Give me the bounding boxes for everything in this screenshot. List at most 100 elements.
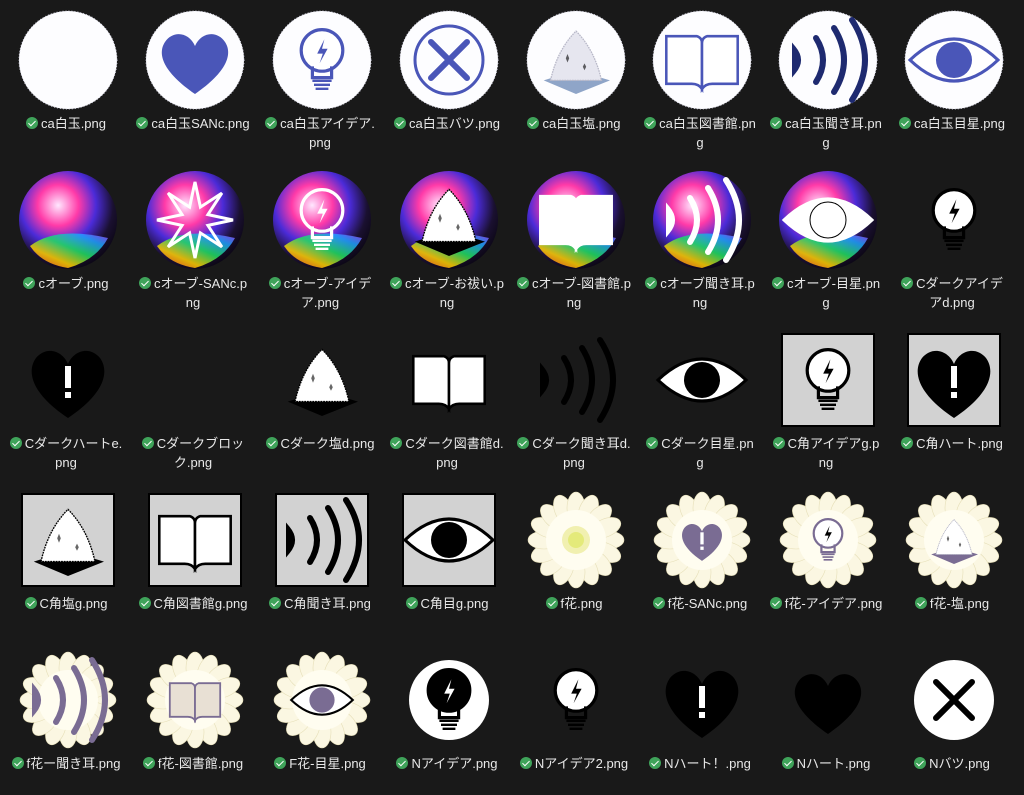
salt-pile-icon <box>902 488 1006 592</box>
file-item[interactable]: Cダークブロック.png <box>130 320 256 475</box>
file-item[interactable]: f花ー聞き耳.png <box>3 640 129 795</box>
eye-icon <box>397 488 501 592</box>
file-name-label: Cダーク図書館d.png <box>405 436 504 470</box>
file-name-label: Nアイデア.png <box>411 756 498 771</box>
file-name-label: cオーブ聞き耳.png <box>660 276 755 310</box>
sync-status-check-icon <box>269 597 282 609</box>
sync-status-check-icon <box>914 757 927 769</box>
file-item[interactable]: f花.png <box>511 480 637 635</box>
file-name-label: C角図書館g.png <box>153 596 248 611</box>
sync-status-check-icon <box>25 117 38 129</box>
file-item[interactable]: f花-アイデア.png <box>763 480 889 635</box>
open-book-icon <box>143 488 247 592</box>
file-item[interactable]: cオーブ聞き耳.png <box>637 160 763 315</box>
file-item[interactable]: C角図書館g.png <box>130 480 256 635</box>
sound-waves-icon <box>776 8 880 112</box>
file-item[interactable]: f花-図書館.png <box>130 640 256 795</box>
file-item[interactable]: f花-SANc.png <box>637 480 763 635</box>
eye-icon <box>902 8 1006 112</box>
file-name-label: C角目g.png <box>420 596 489 611</box>
sync-status-check-icon <box>646 437 659 449</box>
sync-status-check-icon <box>23 277 36 289</box>
file-name: C角塩g.png <box>3 594 129 613</box>
file-name: Cダーク目星.png <box>637 434 763 472</box>
sync-status-check-icon <box>652 597 665 609</box>
file-name: C角聞き耳.png <box>257 594 383 613</box>
file-name-label: f花-図書館.png <box>157 756 244 771</box>
file-item[interactable]: cオーブ-アイデア.png <box>257 160 383 315</box>
flower-icon <box>524 488 628 592</box>
file-item[interactable]: ca白玉アイデア.png <box>257 0 383 155</box>
file-item[interactable]: Cダークアイデアd.png <box>889 160 1015 315</box>
file-item[interactable]: Nハート.png <box>763 640 889 795</box>
white-orb-icon <box>16 8 120 112</box>
file-item[interactable]: C角目g.png <box>384 480 510 635</box>
sync-status-check-icon <box>771 277 784 289</box>
file-item[interactable]: f花-塩.png <box>889 480 1015 635</box>
file-name-label: F花-目星.png <box>289 756 366 771</box>
file-item[interactable]: ca白玉SANc.png <box>130 0 256 155</box>
file-item[interactable]: Cダーク図書館d.png <box>384 320 510 475</box>
file-name-label: Cダークブロック.png <box>156 436 245 470</box>
file-name: Nバツ.png <box>889 754 1015 773</box>
file-name-label: Cダーク塩d.png <box>280 436 375 451</box>
file-name-label: ca白玉図書館.png <box>659 116 756 150</box>
starburst-icon <box>143 168 247 272</box>
sync-status-check-icon <box>265 117 278 129</box>
sync-status-check-icon <box>898 117 911 129</box>
file-item[interactable]: ca白玉図書館.png <box>637 0 763 155</box>
eye-icon <box>776 168 880 272</box>
sync-status-check-icon <box>136 117 149 129</box>
file-item[interactable]: ca白玉目星.png <box>889 0 1015 155</box>
file-name-label: cオーブ-SANc.png <box>153 276 248 310</box>
sync-status-check-icon <box>265 437 278 449</box>
sound-waves-icon <box>524 328 628 432</box>
file-name: cオーブ聞き耳.png <box>637 274 763 312</box>
file-name-label: cオーブ.png <box>38 276 109 291</box>
file-item[interactable]: Cダーク塩d.png <box>257 320 383 475</box>
file-name: Nアイデア2.png <box>511 754 637 773</box>
file-item[interactable]: Nハート！.png <box>637 640 763 795</box>
file-name: Cダークハートe.png <box>3 434 129 472</box>
file-item[interactable]: Nバツ.png <box>889 640 1015 795</box>
sync-status-check-icon <box>914 597 927 609</box>
file-item[interactable]: cオーブ-お祓い.png <box>384 160 510 315</box>
file-item[interactable]: Cダーク聞き耳d.png <box>511 320 637 475</box>
file-item[interactable]: ca白玉.png <box>3 0 129 155</box>
sync-status-check-icon <box>545 597 558 609</box>
file-item[interactable]: cオーブ-目星.png <box>763 160 889 315</box>
sync-status-check-icon <box>396 757 409 769</box>
file-item[interactable]: ca白玉聞き耳.png <box>763 0 889 155</box>
file-item[interactable]: Cダーク目星.png <box>637 320 763 475</box>
file-item[interactable]: C角聞き耳.png <box>257 480 383 635</box>
file-name-label: Cダークアイデアd.png <box>916 276 1003 310</box>
sync-status-check-icon <box>645 277 658 289</box>
sync-status-check-icon <box>769 597 782 609</box>
file-item[interactable]: Nアイデア.png <box>384 640 510 795</box>
file-item[interactable]: ca白玉バツ.png <box>384 0 510 155</box>
file-item[interactable]: cオーブ-図書館.png <box>511 160 637 315</box>
heart-icon <box>776 648 880 752</box>
file-name-label: Nアイデア2.png <box>534 756 629 771</box>
file-name-label: cオーブ-お祓い.png <box>405 276 504 310</box>
file-name: f花.png <box>511 594 637 613</box>
file-item[interactable]: cオーブ-SANc.png <box>130 160 256 315</box>
file-name-label: Cダーク目星.png <box>661 436 754 470</box>
bulb-icon <box>270 8 374 112</box>
file-name-label: cオーブ-目星.png <box>786 276 881 310</box>
sync-status-check-icon <box>390 277 403 289</box>
file-name: ca白玉聞き耳.png <box>763 114 889 152</box>
file-grid: ca白玉.png ca白玉SANc.png ca白玉アイデア.png ca白玉バツ.… <box>0 0 1024 785</box>
file-item[interactable]: C角ハート.png <box>889 320 1015 475</box>
file-item[interactable]: C角アイデアg.png <box>763 320 889 475</box>
sync-status-check-icon <box>770 117 783 129</box>
file-item[interactable]: F花-目星.png <box>257 640 383 795</box>
file-item[interactable]: cオーブ.png <box>3 160 129 315</box>
file-item[interactable]: C角塩g.png <box>3 480 129 635</box>
file-item[interactable]: ca白玉塩.png <box>511 0 637 155</box>
file-name-label: f花-塩.png <box>929 596 990 611</box>
file-item[interactable]: Cダークハートe.png <box>3 320 129 475</box>
salt-pile-icon <box>397 168 501 272</box>
file-item[interactable]: Nアイデア2.png <box>511 640 637 795</box>
file-name-label: f花ー聞き耳.png <box>26 756 121 771</box>
